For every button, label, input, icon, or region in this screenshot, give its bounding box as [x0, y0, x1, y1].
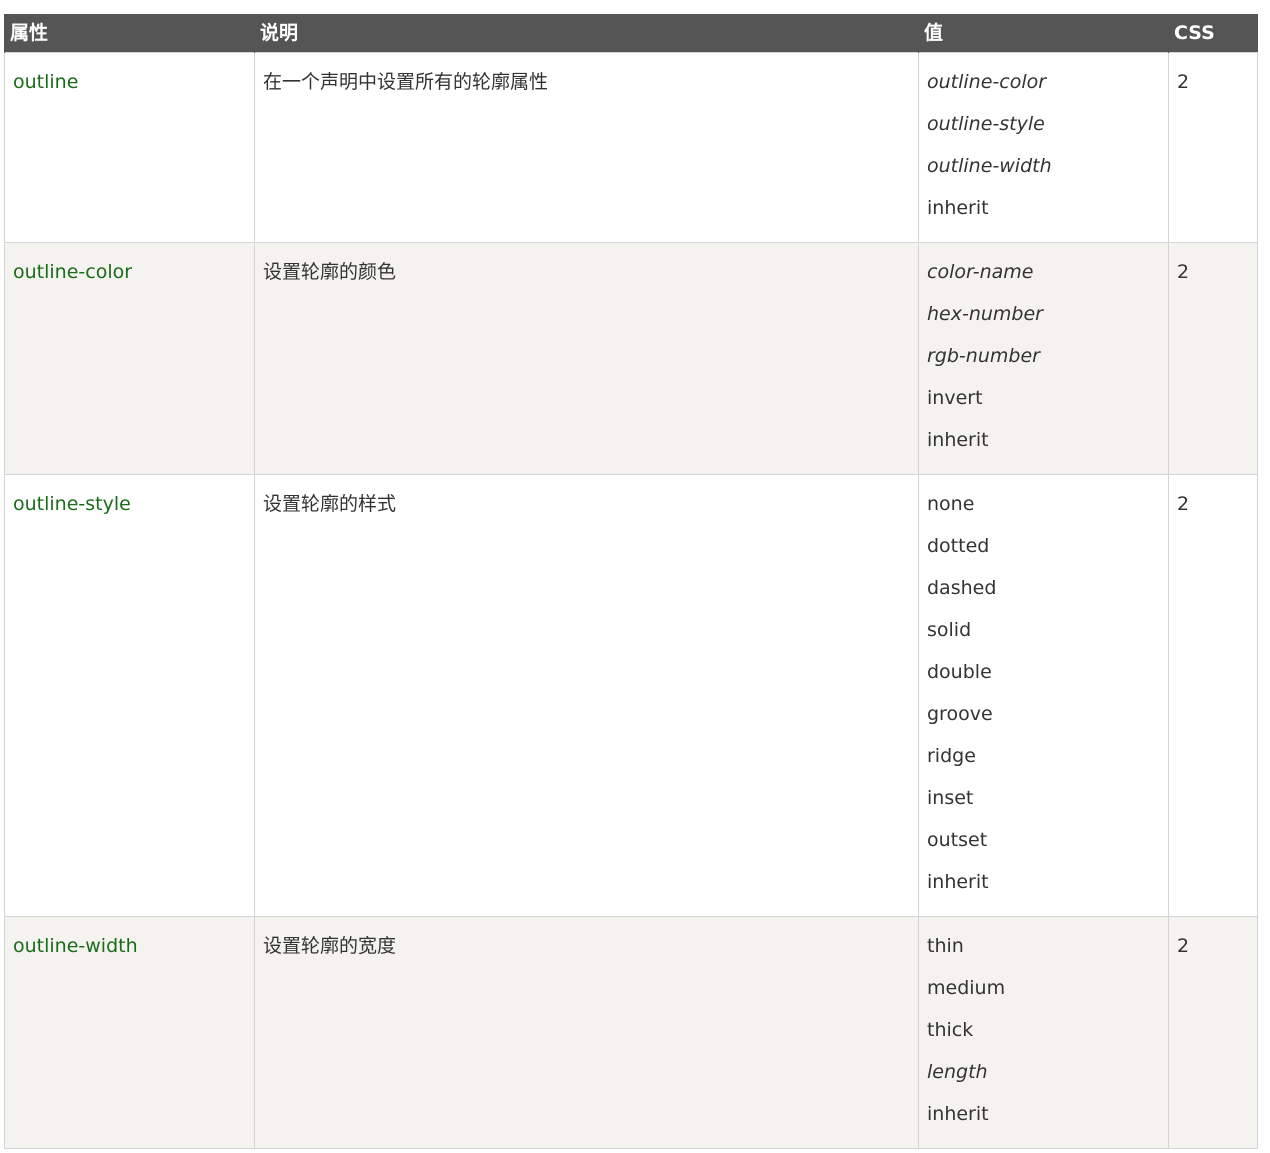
values-cell: thin medium thick length inherit [918, 916, 1169, 1149]
value-item: outline-color [927, 71, 1047, 93]
value-item: groove [927, 703, 993, 725]
values-list: none dotted dashed solid double groove r… [927, 492, 1160, 894]
table-header: 属性 说明 值 CSS [4, 14, 1258, 53]
values-list: thin medium thick length inherit [927, 934, 1160, 1126]
table-row: outline-width 设置轮廓的宽度 thin medium thick … [4, 916, 1258, 1149]
css-version-cell: 2 [1168, 242, 1258, 475]
table-row: outline-style 设置轮廓的样式 none dotted dashed… [4, 474, 1258, 917]
value-item: outset [927, 829, 988, 851]
description-cell: 设置轮廓的颜色 [254, 242, 919, 475]
description-cell: 在一个声明中设置所有的轮廓属性 [254, 52, 919, 243]
property-cell: outline [4, 52, 255, 243]
value-item: inherit [927, 429, 989, 451]
header-description: 说明 [254, 14, 919, 53]
values-list: color-name hex-number rgb-number invert … [927, 260, 1160, 452]
css-version-cell: 2 [1168, 52, 1258, 243]
value-item: hex-number [927, 303, 1043, 325]
values-cell: outline-color outline-style outline-widt… [918, 52, 1169, 243]
property-cell: outline-color [4, 242, 255, 475]
values-list: outline-color outline-style outline-widt… [927, 70, 1160, 220]
property-cell: outline-style [4, 474, 255, 917]
header-row: 属性 说明 值 CSS [4, 14, 1258, 53]
description-cell: 设置轮廓的宽度 [254, 916, 919, 1149]
value-item: inset [927, 787, 974, 809]
values-cell: none dotted dashed solid double groove r… [918, 474, 1169, 917]
property-link[interactable]: outline-color [13, 261, 132, 283]
value-item: ridge [927, 745, 976, 767]
values-cell: color-name hex-number rgb-number invert … [918, 242, 1169, 475]
table-row: outline 在一个声明中设置所有的轮廓属性 outline-color ou… [4, 52, 1258, 243]
css-version-cell: 2 [1168, 916, 1258, 1149]
value-item: outline-width [927, 155, 1052, 177]
value-item: solid [927, 619, 972, 641]
value-item: thin [927, 935, 964, 957]
value-item: none [927, 493, 975, 515]
value-item: thick [927, 1019, 974, 1041]
css-outline-property-table: 属性 说明 值 CSS outline 在一个声明中设置所有的轮廓属性 outl… [4, 14, 1258, 1149]
value-item: double [927, 661, 992, 683]
value-item: inherit [927, 871, 989, 893]
header-property: 属性 [4, 14, 255, 53]
property-link[interactable]: outline-width [13, 935, 138, 957]
value-item: color-name [927, 261, 1034, 283]
header-values: 值 [918, 14, 1169, 53]
value-item: inherit [927, 1103, 989, 1125]
value-item: outline-style [927, 113, 1045, 135]
value-item: rgb-number [927, 345, 1040, 367]
table-row: outline-color 设置轮廓的颜色 color-name hex-num… [4, 242, 1258, 475]
property-link[interactable]: outline [13, 71, 78, 93]
property-cell: outline-width [4, 916, 255, 1149]
value-item: medium [927, 977, 1006, 999]
description-cell: 设置轮廓的样式 [254, 474, 919, 917]
value-item: inherit [927, 197, 989, 219]
css-version-cell: 2 [1168, 474, 1258, 917]
value-item: invert [927, 387, 983, 409]
property-table-container: 属性 说明 值 CSS outline 在一个声明中设置所有的轮廓属性 outl… [4, 14, 1258, 1149]
property-link[interactable]: outline-style [13, 493, 131, 515]
value-item: length [927, 1061, 988, 1083]
table-body: outline 在一个声明中设置所有的轮廓属性 outline-color ou… [4, 52, 1258, 1149]
value-item: dotted [927, 535, 990, 557]
value-item: dashed [927, 577, 997, 599]
header-css: CSS [1168, 14, 1258, 53]
